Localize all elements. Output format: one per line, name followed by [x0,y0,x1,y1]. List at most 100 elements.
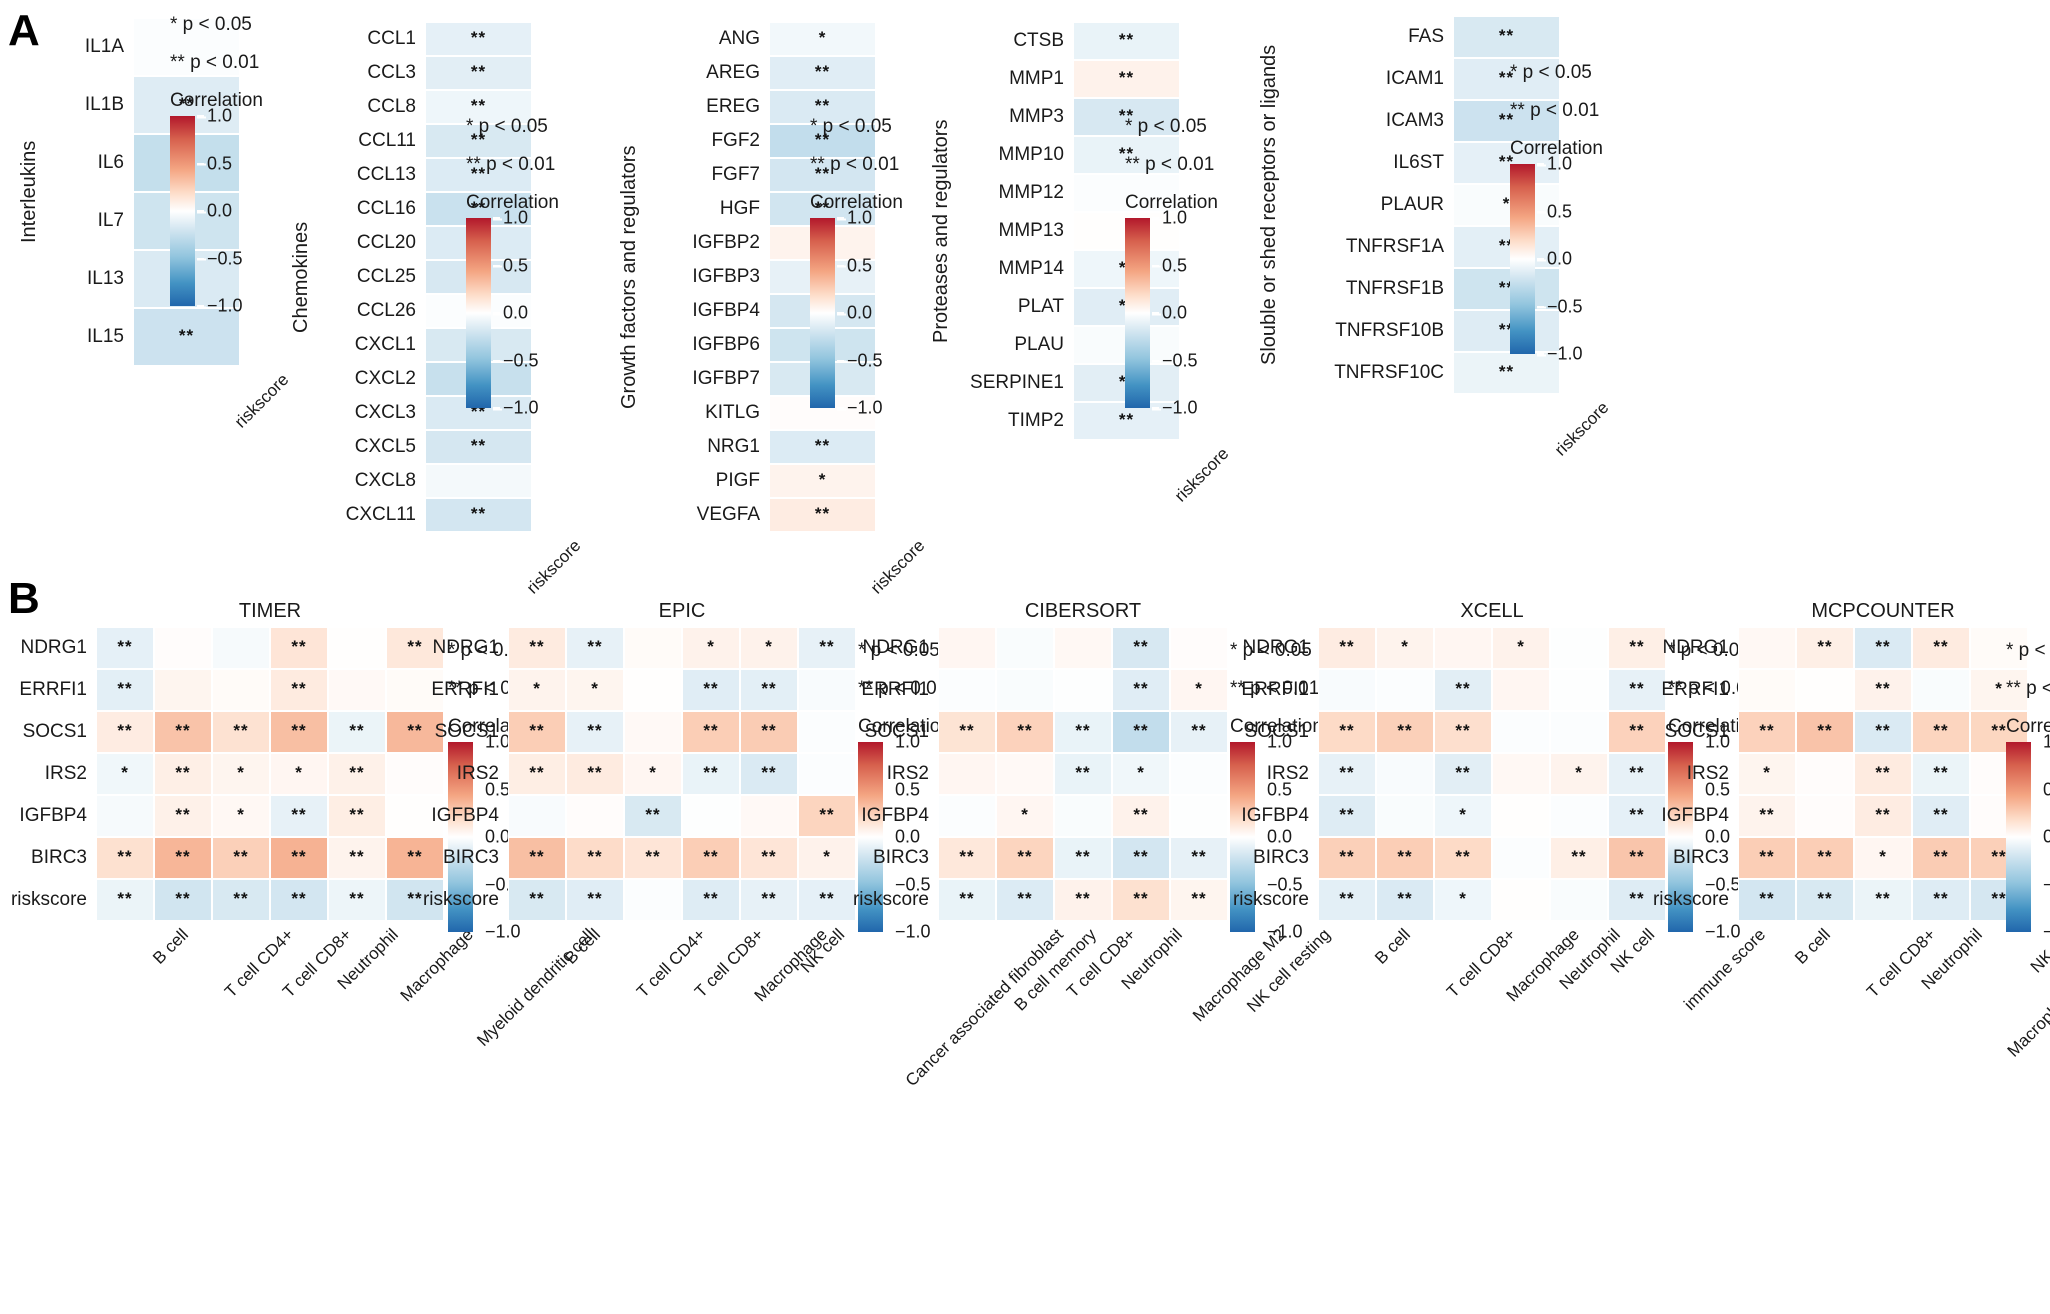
heatmap-cell[interactable]: * [1376,627,1434,669]
heatmap-cell[interactable]: ** [938,837,996,879]
heatmap-cell[interactable] [1550,669,1608,711]
heatmap-cell[interactable]: ** [1796,837,1854,879]
heatmap-cell[interactable]: ** [508,711,566,753]
heatmap-cell[interactable]: * [1550,753,1608,795]
heatmap-cell[interactable] [1492,879,1550,921]
heatmap-cell[interactable]: ** [1112,795,1170,837]
heatmap-cell[interactable]: ** [798,879,856,921]
heatmap-cell[interactable]: ** [1170,879,1228,921]
heatmap-cell[interactable] [938,669,996,711]
heatmap-cell[interactable]: ** [1112,837,1170,879]
heatmap-cell[interactable]: * [508,669,566,711]
heatmap-cell[interactable]: * [270,753,328,795]
heatmap-cell[interactable]: ** [270,837,328,879]
heatmap-cell[interactable] [1318,669,1376,711]
heatmap-cell[interactable]: ** [740,753,798,795]
heatmap-cell[interactable]: ** [769,498,876,532]
heatmap-cell[interactable]: ** [508,837,566,879]
heatmap-cell[interactable]: ** [740,879,798,921]
heatmap-cell[interactable]: * [769,22,876,56]
heatmap-cell[interactable] [1550,627,1608,669]
heatmap-cell[interactable]: ** [425,22,532,56]
heatmap-cell[interactable]: ** [425,56,532,90]
heatmap-cell[interactable] [328,627,386,669]
heatmap-cell[interactable]: ** [1170,711,1228,753]
heatmap-cell[interactable]: ** [1112,669,1170,711]
heatmap-cell[interactable]: ** [769,56,876,90]
heatmap-cell[interactable]: ** [1112,879,1170,921]
heatmap-cell[interactable] [624,669,682,711]
heatmap-cell[interactable]: * [212,795,270,837]
heatmap-cell[interactable] [996,753,1054,795]
heatmap-cell[interactable] [1376,795,1434,837]
heatmap-cell[interactable] [212,627,270,669]
heatmap-cell[interactable]: ** [682,753,740,795]
heatmap-cell[interactable]: ** [1854,795,1912,837]
heatmap-cell[interactable]: ** [154,795,212,837]
heatmap-cell[interactable]: ** [1854,669,1912,711]
heatmap-cell[interactable]: * [740,627,798,669]
heatmap-cell[interactable] [938,795,996,837]
heatmap-cell[interactable]: ** [769,430,876,464]
heatmap-cell[interactable]: * [682,627,740,669]
heatmap-cell[interactable]: ** [1073,60,1180,98]
heatmap-cell[interactable]: ** [1318,627,1376,669]
heatmap-cell[interactable] [1492,711,1550,753]
heatmap-cell[interactable] [1434,627,1492,669]
heatmap-cell[interactable]: ** [624,795,682,837]
heatmap-cell[interactable]: ** [1054,879,1112,921]
heatmap-cell[interactable]: ** [566,711,624,753]
heatmap-cell[interactable]: ** [938,879,996,921]
heatmap-cell[interactable]: ** [682,711,740,753]
heatmap-cell[interactable] [740,795,798,837]
heatmap-cell[interactable] [1170,627,1228,669]
heatmap-cell[interactable] [96,795,154,837]
heatmap-cell[interactable]: ** [624,837,682,879]
heatmap-cell[interactable]: ** [1608,711,1666,753]
heatmap-cell[interactable]: * [769,464,876,498]
heatmap-cell[interactable] [1796,753,1854,795]
heatmap-cell[interactable]: ** [1434,753,1492,795]
heatmap-cell[interactable]: ** [996,711,1054,753]
heatmap-cell[interactable]: ** [328,837,386,879]
heatmap-cell[interactable]: ** [996,837,1054,879]
heatmap-cell[interactable] [154,669,212,711]
heatmap-cell[interactable] [1492,753,1550,795]
heatmap-cell[interactable]: ** [1608,669,1666,711]
heatmap-cell[interactable]: ** [1854,627,1912,669]
heatmap-cell[interactable] [328,669,386,711]
heatmap-cell[interactable] [154,627,212,669]
heatmap-cell[interactable]: * [96,753,154,795]
heatmap-cell[interactable]: ** [1738,795,1796,837]
heatmap-cell[interactable] [938,627,996,669]
heatmap-cell[interactable]: ** [1073,22,1180,60]
heatmap-cell[interactable]: ** [798,795,856,837]
heatmap-cell[interactable]: ** [1608,837,1666,879]
heatmap-cell[interactable]: ** [1376,837,1434,879]
heatmap-cell[interactable]: ** [996,879,1054,921]
heatmap-cell[interactable]: ** [328,795,386,837]
heatmap-cell[interactable]: ** [566,837,624,879]
heatmap-cell[interactable]: ** [508,879,566,921]
heatmap-cell[interactable]: ** [566,753,624,795]
heatmap-cell[interactable]: ** [328,711,386,753]
heatmap-cell[interactable]: ** [96,711,154,753]
heatmap-cell[interactable]: ** [96,627,154,669]
heatmap-cell[interactable]: ** [1608,795,1666,837]
heatmap-cell[interactable]: ** [1112,627,1170,669]
heatmap-cell[interactable]: ** [1796,627,1854,669]
heatmap-cell[interactable]: ** [270,669,328,711]
heatmap-cell[interactable]: ** [1912,795,1970,837]
heatmap-cell[interactable]: ** [425,430,532,464]
heatmap-cell[interactable] [996,627,1054,669]
heatmap-cell[interactable]: * [996,795,1054,837]
heatmap-cell[interactable] [212,669,270,711]
heatmap-cell[interactable] [1376,753,1434,795]
heatmap-cell[interactable] [1054,627,1112,669]
heatmap-cell[interactable]: ** [1170,837,1228,879]
heatmap-cell[interactable]: ** [1054,711,1112,753]
heatmap-cell[interactable] [1492,795,1550,837]
heatmap-cell[interactable] [624,627,682,669]
heatmap-cell[interactable]: ** [212,711,270,753]
heatmap-cell[interactable]: ** [1318,753,1376,795]
